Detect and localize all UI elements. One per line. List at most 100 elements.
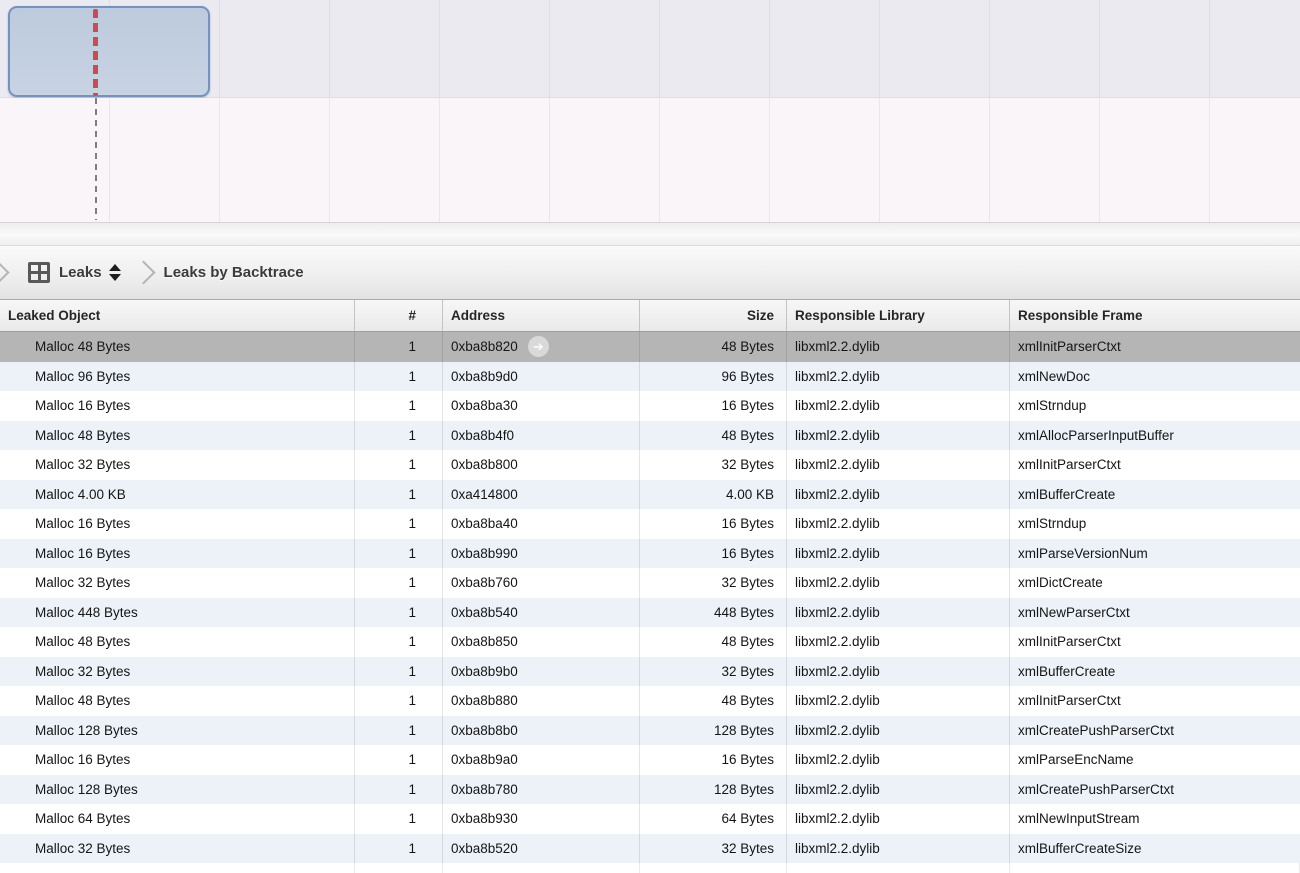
breadcrumb-item-detail[interactable]: Leaks by Backtrace	[164, 264, 304, 281]
column-header-responsible-library[interactable]: Responsible Library	[787, 300, 1010, 331]
cell-responsible-library: libxml2.2.dylib	[787, 745, 1010, 775]
table-row[interactable]: Malloc 64 Bytes 1 0xba8b930 64 Bytes lib…	[0, 804, 1300, 834]
column-header-responsible-frame[interactable]: Responsible Frame	[1010, 300, 1300, 331]
cell-address: 0xa414800	[443, 479, 640, 509]
cell-responsible-frame: xmlInitParserCtxt	[1018, 457, 1121, 473]
table-row[interactable]: Malloc 128 Bytes 1 0xba8b780 128 Bytes l…	[0, 774, 1300, 804]
cell-count: 1	[355, 774, 443, 804]
cell-responsible-frame: xmlBufferCreate	[1018, 663, 1116, 679]
timeline-selection[interactable]	[8, 6, 210, 97]
cell-size: 16 Bytes	[640, 509, 787, 539]
cell-responsible-library: libxml2.2.dylib	[787, 568, 1010, 598]
cell-leaked-object: Malloc 4.00 KB	[0, 479, 355, 509]
cell-address: 0xba8ba40	[443, 509, 640, 539]
cell-size: 4.00 KB	[640, 479, 787, 509]
cell-address: 0xba8b880	[443, 686, 640, 716]
cell-responsible-frame: xmlBufferCreateSize	[1018, 840, 1142, 856]
timeline-pane[interactable]	[0, 0, 1300, 222]
cell-size: 96 Bytes	[640, 361, 787, 391]
cell-size: 448 Bytes	[640, 597, 787, 627]
table-row[interactable]: Malloc 48 Bytes 1 0xba8b880 48 Bytes lib…	[0, 686, 1300, 716]
cell-size: 16 Bytes	[640, 745, 787, 775]
table-row[interactable]: Malloc 16 Bytes 1 0xba8b990 16 Bytes lib…	[0, 538, 1300, 568]
cell-leaked-object: Malloc 32 Bytes	[0, 833, 355, 863]
cell-responsible-library: libxml2.2.dylib	[787, 686, 1010, 716]
table-row[interactable]: Malloc 16 Bytes 1 0xba8b9a0 16 Bytes lib…	[0, 745, 1300, 775]
cell-leaked-object: Malloc 48 Bytes	[0, 627, 355, 657]
table-row[interactable]: Malloc 48 Bytes 1 0xba8b850 48 Bytes lib…	[0, 627, 1300, 657]
breadcrumb: Leaks Leaks by Backtrace	[0, 246, 1300, 300]
column-header-leaked-object[interactable]: Leaked Object	[0, 300, 355, 331]
popup-arrows-icon[interactable]	[108, 264, 121, 281]
breadcrumb-item-leaks[interactable]: Leaks	[6, 262, 121, 283]
cell-leaked-object: Malloc 128 Bytes	[0, 715, 355, 745]
cell-size: 64 Bytes	[640, 804, 787, 834]
cell-count: 1	[355, 332, 443, 362]
table-row[interactable]: Malloc 32 Bytes 1 0xba8b760 32 Bytes lib…	[0, 568, 1300, 598]
cell-count: 1	[355, 656, 443, 686]
table-filler-row	[0, 863, 1300, 873]
cell-responsible-frame: xmlNewInputStream	[1018, 811, 1140, 827]
cell-count: 1	[355, 450, 443, 480]
table-row[interactable]: Malloc 128 Bytes 1 0xba8b8b0 128 Bytes l…	[0, 715, 1300, 745]
cell-address: 0xba8b990	[443, 538, 640, 568]
cell-responsible-library: libxml2.2.dylib	[787, 715, 1010, 745]
column-header-size[interactable]: Size	[640, 300, 787, 331]
table-row[interactable]: Malloc 32 Bytes 1 0xba8b520 32 Bytes lib…	[0, 833, 1300, 863]
cell-size: 32 Bytes	[640, 656, 787, 686]
cell-leaked-object: Malloc 64 Bytes	[0, 804, 355, 834]
cell-leaked-object: Malloc 32 Bytes	[0, 450, 355, 480]
focus-arrow-icon[interactable]: ➔	[527, 336, 549, 358]
chevron-right-icon	[131, 260, 156, 285]
cell-leaked-object	[0, 863, 355, 873]
cell-address: 0xba8b4f0	[443, 420, 640, 450]
cell-leaked-object: Malloc 32 Bytes	[0, 656, 355, 686]
cell-leaked-object: Malloc 48 Bytes	[0, 420, 355, 450]
cell-leaked-object: Malloc 48 Bytes	[0, 332, 355, 362]
cell-responsible-frame: xmlDictCreate	[1018, 575, 1103, 591]
table-row[interactable]: Malloc 16 Bytes 1 0xba8ba40 16 Bytes lib…	[0, 509, 1300, 539]
table-row[interactable]: Malloc 32 Bytes 1 0xba8b9b0 32 Bytes lib…	[0, 656, 1300, 686]
cell-address: 0xba8b800	[443, 450, 640, 480]
column-header-count[interactable]: #	[355, 300, 443, 331]
cell-responsible-frame: xmlInitParserCtxt	[1018, 693, 1121, 709]
cell-responsible-library: libxml2.2.dylib	[787, 627, 1010, 657]
cell-size: 128 Bytes	[640, 715, 787, 745]
playhead-line-icon	[95, 98, 97, 220]
cell-responsible-library: libxml2.2.dylib	[787, 538, 1010, 568]
cell-leaked-object: Malloc 48 Bytes	[0, 686, 355, 716]
cell-size: 32 Bytes	[640, 450, 787, 480]
cell-address: 0xba8b9b0	[443, 656, 640, 686]
cell-responsible-library: libxml2.2.dylib	[787, 420, 1010, 450]
cell-responsible-frame: xmlCreatePushParserCtxt	[1018, 781, 1175, 797]
cell-address: 0xba8ba30	[443, 391, 640, 421]
cell-responsible-frame: xmlStrndup	[1018, 398, 1087, 414]
cell-leaked-object: Malloc 96 Bytes	[0, 361, 355, 391]
cell-count: 1	[355, 745, 443, 775]
cell-address: 0xba8b540	[443, 597, 640, 627]
cell-leaked-object: Malloc 16 Bytes	[0, 745, 355, 775]
column-header-address[interactable]: Address	[443, 300, 640, 331]
pane-divider	[0, 222, 1300, 246]
cell-count: 1	[355, 538, 443, 568]
cell-size: 48 Bytes	[640, 686, 787, 716]
table-row[interactable]: Malloc 448 Bytes 1 0xba8b540 448 Bytes l…	[0, 597, 1300, 627]
table-row[interactable]: Malloc 48 Bytes 1 0xba8b820 ➔ 48 Bytes li…	[0, 332, 1300, 362]
cell-responsible-library: libxml2.2.dylib	[787, 774, 1010, 804]
table-header: Leaked Object # Address Size Responsible…	[0, 300, 1300, 332]
cell-count: 1	[355, 568, 443, 598]
cell-count: 1	[355, 686, 443, 716]
timeline-track[interactable]	[0, 0, 1300, 98]
timeline-lower-area	[0, 98, 1300, 222]
table-row[interactable]: Malloc 4.00 KB 1 0xa414800 4.00 KB libxm…	[0, 479, 1300, 509]
table-row[interactable]: Malloc 48 Bytes 1 0xba8b4f0 48 Bytes lib…	[0, 420, 1300, 450]
table-row[interactable]: Malloc 32 Bytes 1 0xba8b800 32 Bytes lib…	[0, 450, 1300, 480]
cell-leaked-object: Malloc 128 Bytes	[0, 774, 355, 804]
instruments-detail-panel: Leaks Leaks by Backtrace Leaked Object #…	[0, 0, 1300, 873]
cell-leaked-object: Malloc 16 Bytes	[0, 509, 355, 539]
table-row[interactable]: Malloc 96 Bytes 1 0xba8b9d0 96 Bytes lib…	[0, 361, 1300, 391]
cell-leaked-object: Malloc 32 Bytes	[0, 568, 355, 598]
table-row[interactable]: Malloc 16 Bytes 1 0xba8ba30 16 Bytes lib…	[0, 391, 1300, 421]
cell-leaked-object: Malloc 16 Bytes	[0, 538, 355, 568]
cell-count	[355, 863, 443, 873]
